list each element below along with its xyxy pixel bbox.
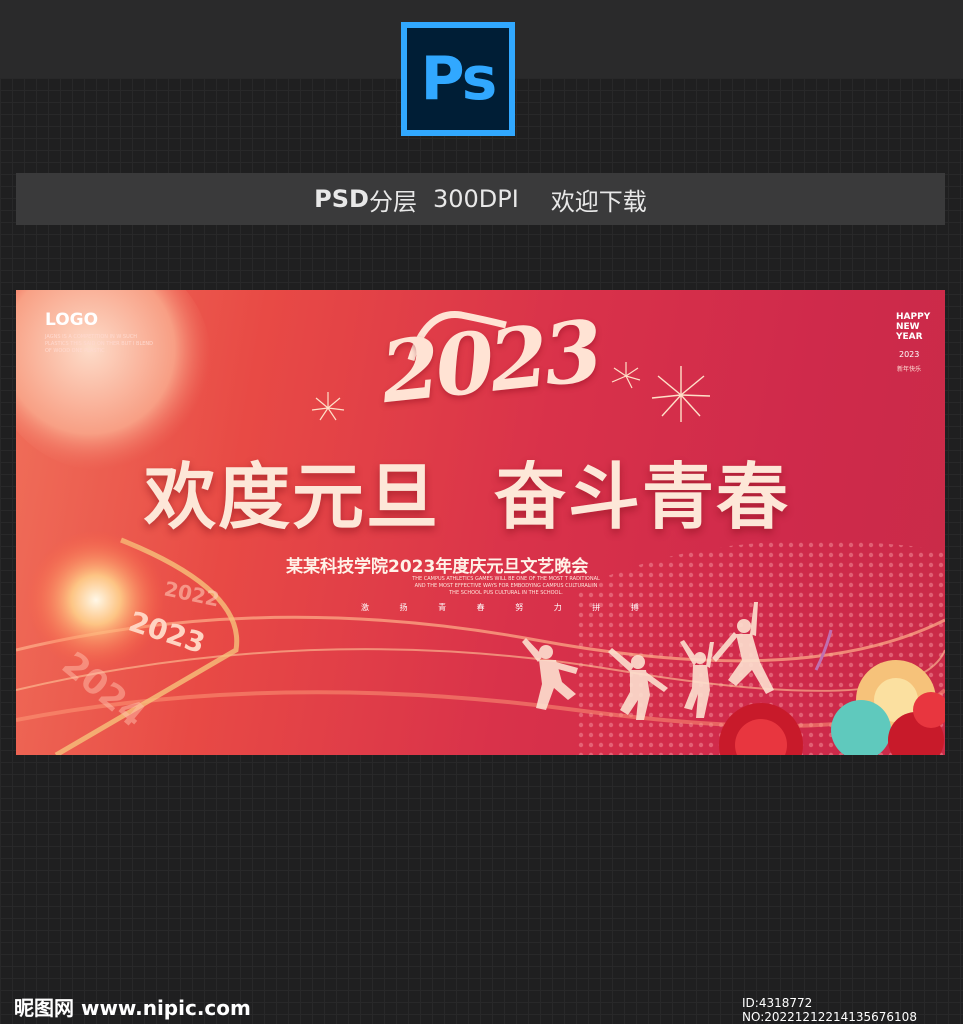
happy-new-year-cn: 新年快乐 [897,366,922,373]
happy-new-year-year: 2023 [899,350,920,359]
event-subtitle: 某某科技学院2023年度庆元旦文艺晚会 [286,557,589,577]
firework-mid [611,362,641,389]
slogan-char: 搏 [630,603,639,612]
photoshop-icon-label: Ps [420,44,498,114]
dpi-label: 300DPI [432,185,519,213]
main-title-right: 奋斗青春 [494,455,791,539]
slogan-char: 拼 [592,603,601,612]
welcome-label: 欢迎下载 [550,187,647,216]
happy-new-year-text: HAPPY NEW YEAR [896,312,931,342]
jumper-1 [522,638,578,710]
firework-right [651,366,711,422]
site-watermark: 昵图网 www.nipic.com [14,996,251,1020]
banner-preview: LOGO JAGNS IS A COMPETITION IN W SUCH PL… [16,290,945,755]
slogan-char: 春 [476,603,485,612]
layered-label: 分层 [368,187,417,216]
info-bar: PSD 分层 300DPI 欢迎下载 [16,173,945,225]
image-id-watermark: ID:4318772 NO:20221212214135676108 [742,996,917,1024]
english-caption: THE CAMPUS ATHLETICS GAMES WILL BE ONE O… [412,576,600,596]
photoshop-icon: Ps [401,22,515,136]
banner-logo: LOGO [45,310,99,330]
light-flare [26,530,166,670]
slogan-char: 努 [515,603,524,612]
slogan-char: 扬 [399,603,408,612]
slogan-char: 激 [361,603,369,612]
main-title-left: 欢度元旦 [144,455,441,539]
psd-label: PSD [314,185,369,213]
slogan-char: 力 [553,603,562,612]
firework-left [311,392,345,421]
banner-logo-subtext: JAGNS IS A COMPETITION IN W SUCH PLASTIC… [45,334,154,354]
slogan-char: 青 [438,603,447,612]
slogan: 激 扬 青 春 努 力 拼 搏 [361,602,667,613]
